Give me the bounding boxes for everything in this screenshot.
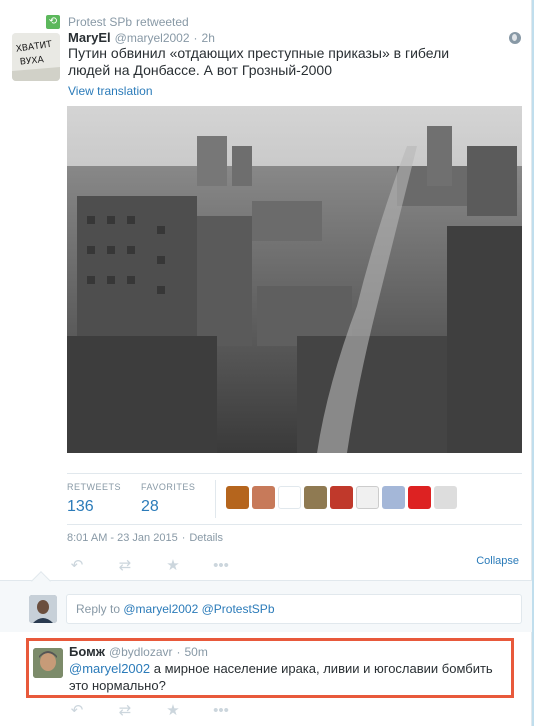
tweet-photo[interactable] (67, 106, 522, 453)
reply-text-mention[interactable]: @maryel2002 (69, 661, 150, 676)
favoriter-avatar[interactable] (330, 486, 353, 509)
view-translation-link[interactable]: View translation (68, 84, 153, 98)
favoriter-avatar[interactable] (304, 486, 327, 509)
reply-time[interactable]: 50m (185, 645, 208, 659)
favoriter-avatar[interactable] (408, 486, 431, 509)
favoriter-avatar[interactable] (382, 486, 405, 509)
favorites-label: FAVORITES (141, 482, 196, 492)
favorite-star-icon[interactable]: ★ (163, 703, 183, 719)
reply-author-name[interactable]: Бомж (69, 644, 105, 659)
author-avatar[interactable]: ХВАТИТ ВУХА (12, 33, 60, 81)
reply-box: Reply to @maryel2002 @ProtestSPb (0, 571, 532, 632)
retweet-action-icon[interactable]: ⇄ (115, 558, 135, 574)
details-link[interactable]: Details (189, 532, 223, 544)
reply-text: @maryel2002 а мирное население ирака, ли… (69, 660, 509, 694)
tweet-text: Путин обвинил «отдающих преступные прика… (68, 45, 450, 78)
retweeter-name[interactable]: Protest SPb (68, 15, 132, 29)
reply-mention-1: @maryel2002 (123, 602, 199, 616)
tweet-actions: ↶ ⇄ ★ ••• (67, 558, 231, 574)
favoriter-avatar[interactable] (252, 486, 275, 509)
more-options-icon[interactable]: ••• (211, 558, 231, 574)
reply-mention-2: @ProtestSPb (201, 602, 275, 616)
retweet-action-label: retweeted (136, 15, 189, 29)
globe-icon (509, 32, 521, 44)
retweet-context: ⟲ Protest SPb retweeted (46, 14, 189, 30)
favorites-stat[interactable]: FAVORITES 28 (141, 482, 195, 516)
retweets-stat[interactable]: RETWEETS 136 (67, 482, 121, 516)
author-handle[interactable]: @maryel2002 (115, 31, 190, 45)
reply-author-avatar[interactable] (33, 648, 63, 678)
reply-prefix: Reply to (76, 602, 121, 616)
reply-header-separator: · (176, 645, 181, 659)
tweet-timestamp: 8:01 AM - 23 Jan 2015 · Details (67, 532, 223, 544)
retweets-count[interactable]: 136 (67, 498, 121, 516)
favoriter-avatar[interactable] (278, 486, 301, 509)
reply-input[interactable]: Reply to @maryel2002 @ProtestSPb (66, 594, 522, 624)
header-separator: · (193, 31, 198, 45)
reply-author-handle[interactable]: @bydlozavr (109, 645, 173, 659)
favoriter-avatar[interactable] (356, 486, 379, 509)
tweet-stats: RETWEETS 136 FAVORITES 28 (67, 473, 522, 525)
favorites-count[interactable]: 28 (141, 498, 195, 516)
favoriter-avatar[interactable] (434, 486, 457, 509)
tweet-timeline: ⟲ Protest SPb retweeted ХВАТИТ ВУХА Mary… (0, 0, 532, 726)
retweet-icon: ⟲ (46, 15, 60, 29)
favoriter-avatar[interactable] (226, 486, 249, 509)
stats-divider (215, 480, 216, 518)
reply-box-caret (31, 571, 51, 591)
collapse-link[interactable]: Collapse (476, 555, 519, 567)
more-options-icon[interactable]: ••• (211, 703, 231, 719)
retweets-label: RETWEETS (67, 482, 122, 492)
reply-icon[interactable]: ↶ (67, 703, 87, 719)
reply-icon[interactable]: ↶ (67, 558, 87, 574)
tweet-header: MaryEl @maryel2002 · 2h (68, 30, 215, 45)
reply-tweet[interactable]: Бомж @bydlozavr · 50m @maryel2002 а мирн… (26, 638, 514, 698)
tweet-time[interactable]: 2h (202, 31, 215, 45)
current-user-avatar (29, 595, 57, 623)
timestamp-separator: · (181, 532, 186, 544)
reply-header: Бомж @bydlozavr · 50m (69, 644, 208, 659)
favoriters-list (226, 486, 457, 509)
retweet-action-icon[interactable]: ⇄ (115, 703, 135, 719)
author-name[interactable]: MaryEl (68, 30, 111, 45)
reply-actions: ↶ ⇄ ★ ••• (67, 703, 231, 719)
favorite-star-icon[interactable]: ★ (163, 558, 183, 574)
timestamp-text[interactable]: 8:01 AM - 23 Jan 2015 (67, 532, 178, 544)
